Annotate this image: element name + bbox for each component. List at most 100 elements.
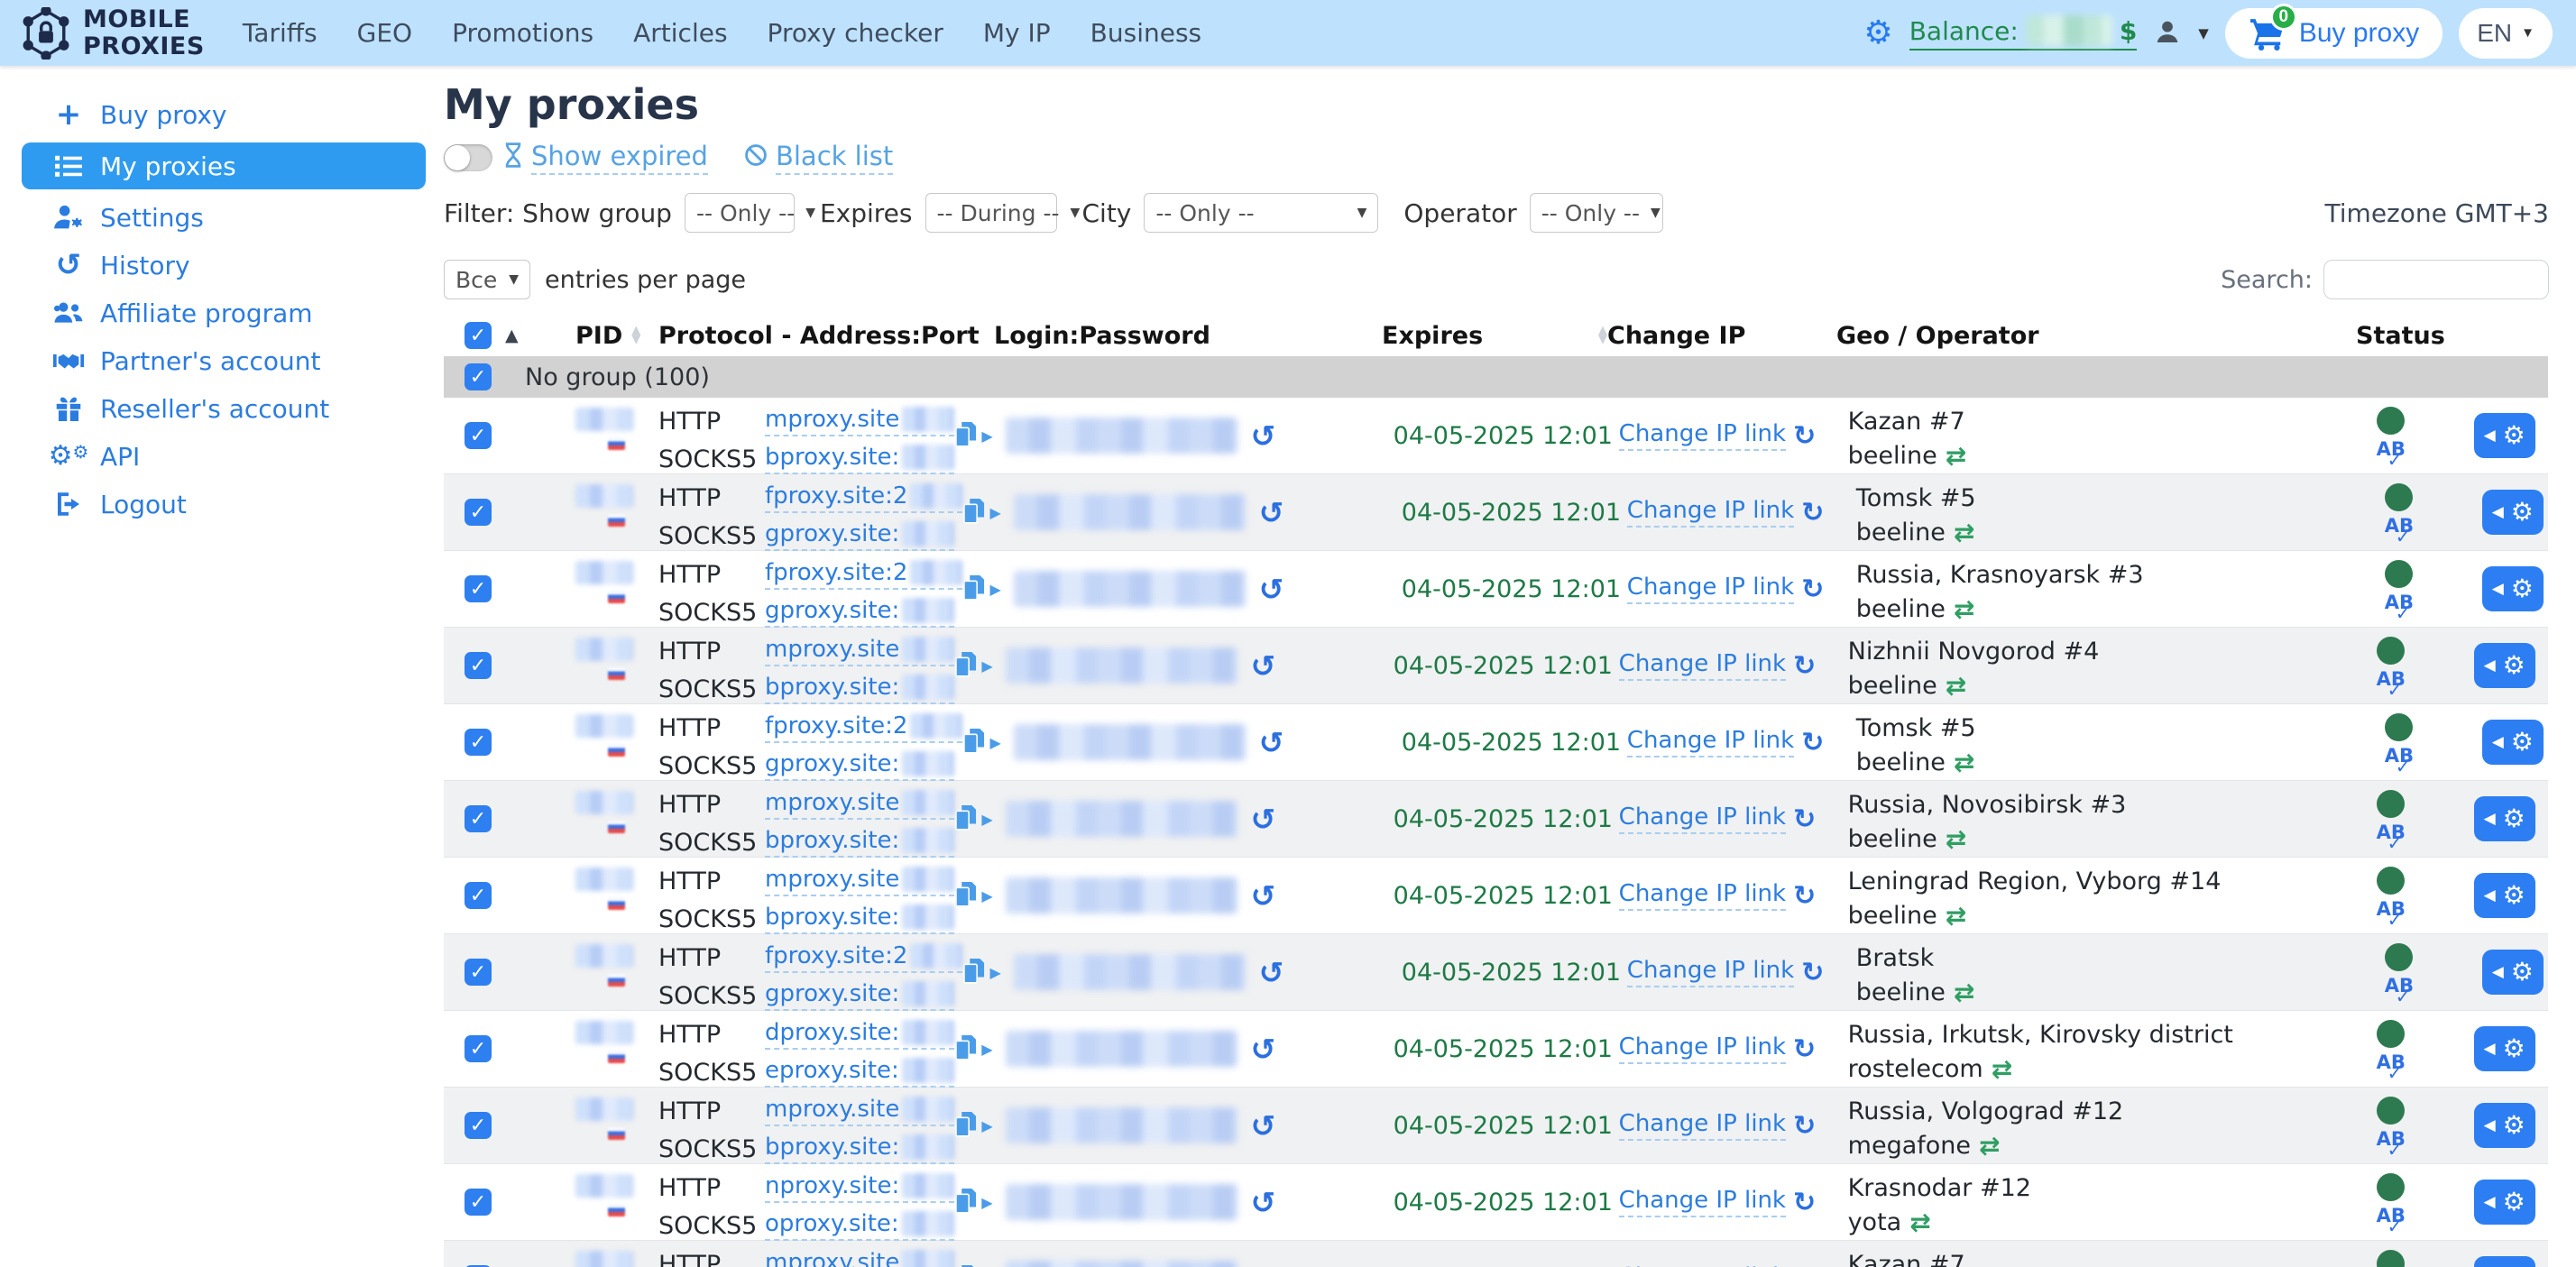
- operator-swap-icon[interactable]: ⇄: [1954, 979, 1974, 1006]
- change-ip-link[interactable]: Change IP link: [1627, 574, 1794, 604]
- row-checkbox[interactable]: ✓: [465, 1035, 492, 1062]
- operator-swap-icon[interactable]: ⇄: [1946, 826, 1966, 853]
- row-settings-button[interactable]: ◀ ⚙: [2474, 413, 2535, 458]
- operator-swap-icon[interactable]: ⇄: [1946, 903, 1966, 930]
- sidebar-item-my-proxies[interactable]: My proxies: [22, 142, 426, 189]
- socks5-address-link[interactable]: bproxy.site:: [765, 444, 954, 474]
- socks5-address-link[interactable]: gproxy.site:: [765, 597, 954, 628]
- http-address-link[interactable]: fproxy.site:2: [765, 942, 962, 973]
- nav-item-proxy-checker[interactable]: Proxy checker: [768, 18, 943, 48]
- row-checkbox[interactable]: ✓: [465, 882, 492, 909]
- brand[interactable]: MOBILE PROXIES: [22, 6, 205, 59]
- regenerate-credentials-icon[interactable]: ↺: [1251, 1264, 1276, 1267]
- change-ip-link[interactable]: Change IP link: [1619, 1263, 1786, 1267]
- user-account-icon[interactable]: [2153, 17, 2182, 50]
- row-settings-button[interactable]: ◀ ⚙: [2474, 1256, 2535, 1267]
- change-ip-link[interactable]: Change IP link: [1627, 957, 1794, 987]
- http-address-link[interactable]: mproxy.site: [765, 636, 954, 666]
- change-ip-refresh-icon[interactable]: ↻: [1793, 1110, 1816, 1142]
- operator-swap-icon[interactable]: ⇄: [1954, 596, 1974, 623]
- operator-swap-icon[interactable]: ⇄: [1979, 1133, 2000, 1160]
- language-selector[interactable]: EN ▼: [2459, 8, 2553, 59]
- row-settings-button[interactable]: ◀ ⚙: [2482, 950, 2544, 995]
- row-settings-button[interactable]: ◀ ⚙: [2482, 490, 2544, 535]
- change-ip-link[interactable]: Change IP link: [1619, 650, 1786, 681]
- change-ip-link[interactable]: Change IP link: [1619, 803, 1786, 834]
- row-checkbox[interactable]: ✓: [465, 805, 492, 832]
- show-expired-link[interactable]: Show expired: [503, 141, 708, 175]
- operator-swap-icon[interactable]: ⇄: [1954, 519, 1974, 546]
- http-address-link[interactable]: mproxy.site: [765, 789, 954, 820]
- socks5-address-link[interactable]: bproxy.site:: [765, 674, 954, 704]
- copy-address-button[interactable]: ▶: [962, 959, 1000, 986]
- sidebar-item-api[interactable]: ⚙⚙API: [0, 435, 444, 478]
- nav-item-tariffs[interactable]: Tariffs: [243, 18, 317, 48]
- change-ip-refresh-icon[interactable]: ↻: [1801, 957, 1824, 988]
- change-ip-link[interactable]: Change IP link: [1619, 420, 1786, 451]
- sidebar-item-partner-s-account[interactable]: Partner's account: [0, 339, 444, 382]
- nav-item-my-ip[interactable]: My IP: [983, 18, 1051, 48]
- change-ip-refresh-icon[interactable]: ↻: [1801, 497, 1824, 528]
- regenerate-credentials-icon[interactable]: ↺: [1251, 421, 1276, 451]
- regenerate-credentials-icon[interactable]: ↺: [1251, 1111, 1276, 1141]
- change-ip-link[interactable]: Change IP link: [1627, 497, 1794, 528]
- operator-swap-icon[interactable]: ⇄: [1992, 1056, 2012, 1083]
- change-ip-refresh-icon[interactable]: ↻: [1793, 1033, 1816, 1065]
- nav-item-promotions[interactable]: Promotions: [452, 18, 593, 48]
- http-address-link[interactable]: mproxy.site: [765, 866, 954, 896]
- operator-swap-icon[interactable]: ⇄: [1946, 673, 1966, 700]
- sidebar-item-settings[interactable]: Settings: [0, 196, 444, 239]
- copy-address-button[interactable]: ▶: [954, 652, 992, 679]
- change-ip-link[interactable]: Change IP link: [1619, 1187, 1786, 1217]
- nav-item-business[interactable]: Business: [1090, 18, 1201, 48]
- change-ip-refresh-icon[interactable]: ↻: [1793, 880, 1816, 912]
- change-ip-refresh-icon[interactable]: ↻: [1801, 727, 1824, 758]
- sidebar-item-affiliate-program[interactable]: Affiliate program: [0, 291, 444, 335]
- row-checkbox[interactable]: ✓: [465, 1112, 492, 1139]
- group-checkbox[interactable]: ✓: [465, 363, 492, 390]
- change-ip-refresh-icon[interactable]: ↻: [1801, 574, 1824, 605]
- sidebar-item-logout[interactable]: Logout: [0, 482, 444, 526]
- sidebar-item-buy-proxy[interactable]: +Buy proxy: [0, 93, 444, 136]
- change-ip-link[interactable]: Change IP link: [1627, 727, 1794, 757]
- http-address-link[interactable]: mproxy.site: [765, 1249, 954, 1267]
- http-address-link[interactable]: nproxy.site:: [765, 1172, 954, 1203]
- copy-address-button[interactable]: ▶: [954, 882, 992, 909]
- change-ip-refresh-icon[interactable]: ↻: [1793, 420, 1816, 452]
- regenerate-credentials-icon[interactable]: ↺: [1251, 651, 1276, 681]
- row-settings-button[interactable]: ◀ ⚙: [2474, 796, 2535, 841]
- copy-address-button[interactable]: ▶: [954, 805, 992, 832]
- operator-filter-select[interactable]: -- Only --▼: [1530, 193, 1663, 233]
- row-checkbox[interactable]: ✓: [465, 499, 492, 526]
- nav-item-articles[interactable]: Articles: [633, 18, 727, 48]
- socks5-address-link[interactable]: gproxy.site:: [765, 520, 954, 551]
- copy-address-button[interactable]: ▶: [962, 499, 1000, 526]
- row-settings-button[interactable]: ◀ ⚙: [2474, 1180, 2535, 1225]
- header-pid[interactable]: PID ▲▼: [575, 315, 658, 356]
- regenerate-credentials-icon[interactable]: ↺: [1259, 728, 1284, 757]
- change-ip-refresh-icon[interactable]: ↻: [1793, 1187, 1816, 1218]
- row-settings-button[interactable]: ◀ ⚙: [2482, 720, 2544, 765]
- operator-swap-icon[interactable]: ⇄: [1946, 443, 1966, 470]
- sort-ascending-icon[interactable]: ▲: [505, 326, 519, 345]
- buy-proxy-button[interactable]: 0 Buy proxy: [2225, 8, 2443, 59]
- black-list-link[interactable]: Black list: [744, 141, 893, 175]
- socks5-address-link[interactable]: bproxy.site:: [765, 1134, 954, 1164]
- regenerate-credentials-icon[interactable]: ↺: [1251, 804, 1276, 834]
- change-ip-link[interactable]: Change IP link: [1619, 1033, 1786, 1064]
- header-expires[interactable]: Expires ▲▼: [1382, 315, 1607, 356]
- http-address-link[interactable]: dproxy.site:: [765, 1019, 954, 1050]
- select-all-checkbox[interactable]: ✓: [465, 322, 492, 349]
- row-settings-button[interactable]: ◀ ⚙: [2474, 1026, 2535, 1071]
- regenerate-credentials-icon[interactable]: ↺: [1259, 958, 1284, 987]
- change-ip-link[interactable]: Change IP link: [1619, 1110, 1786, 1141]
- row-settings-button[interactable]: ◀ ⚙: [2474, 643, 2535, 688]
- copy-address-button[interactable]: ▶: [954, 1112, 992, 1139]
- user-menu-caret-icon[interactable]: ▼: [2198, 25, 2209, 41]
- group-filter-select[interactable]: -- Only --▼: [685, 193, 795, 233]
- nav-item-geo[interactable]: GEO: [357, 18, 412, 48]
- city-filter-select[interactable]: -- Only --▼: [1144, 193, 1378, 233]
- http-address-link[interactable]: fproxy.site:2: [765, 482, 962, 513]
- row-checkbox[interactable]: ✓: [465, 959, 492, 986]
- search-input[interactable]: [2323, 260, 2549, 299]
